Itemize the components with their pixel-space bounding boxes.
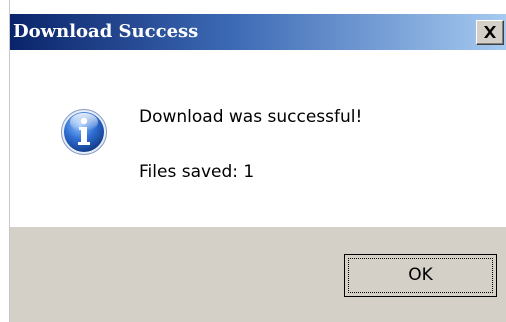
close-button[interactable] — [476, 20, 504, 45]
ok-button[interactable]: OK — [344, 254, 497, 297]
files-saved-text: Files saved: 1 — [139, 162, 255, 182]
dialog-body: Download was successful! Files saved: 1 — [10, 50, 506, 227]
ok-button-label: OK — [408, 265, 433, 285]
title-bar[interactable]: Download Success — [10, 14, 506, 50]
dialog-title: Download Success — [13, 21, 199, 42]
close-icon — [484, 26, 496, 38]
button-bar: OK — [10, 227, 506, 322]
download-success-dialog: Download Success Download was successful… — [9, 0, 506, 322]
message-text: Download was successful! — [139, 107, 363, 127]
info-icon — [61, 109, 107, 155]
